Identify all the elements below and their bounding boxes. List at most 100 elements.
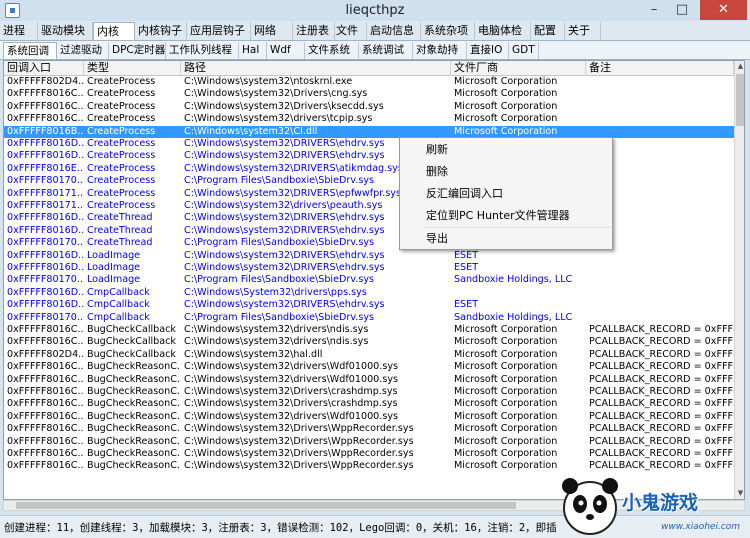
vertical-scroll-thumb[interactable] (736, 74, 744, 126)
horizontal-scroll-thumb[interactable] (16, 502, 516, 509)
table-row[interactable]: 0xFFFFF8016C... BugCheckReasonC... C:\Wind… (4, 398, 734, 410)
sub-tab-9[interactable]: 直接IO (467, 42, 509, 59)
column-header-entry[interactable]: 回调入口 (4, 61, 84, 76)
table-row[interactable]: 0xFFFFF8016D... CmpCallback C:\Windows\sys… (4, 299, 734, 311)
main-tab-3[interactable]: 内核钩子 (135, 22, 187, 40)
cell-type: CreateProcess (87, 187, 156, 199)
cell-type: CreateProcess (87, 125, 156, 137)
close-button[interactable]: ✕ (700, 0, 747, 20)
main-tab-12[interactable]: 关于 (565, 22, 601, 40)
cell-note: PCALLBACK_RECORD = 0xFFFFE... (589, 398, 734, 410)
cell-vendor: Sandboxie Holdings, LLC (454, 311, 573, 323)
table-row[interactable]: 0xFFFFF8016E... CreateProcess C:\Windows\s… (4, 163, 734, 175)
sub-tab-6[interactable]: 文件系统 (305, 42, 359, 59)
main-tab-10[interactable]: 电脑体检 (475, 22, 531, 40)
table-row[interactable]: 0xFFFFF8016C... CreateProcess C:\Windows\s… (4, 113, 734, 125)
table-row[interactable]: 0xFFFFF8016C... BugCheckReasonC... C:\Wind… (4, 436, 734, 448)
cell-type: BugCheckReasonC... (87, 423, 181, 435)
cell-vendor: Microsoft Corporation (454, 435, 558, 447)
table-row[interactable]: 0xFFFFF8016C... BugCheckReasonC... C:\Wind… (4, 411, 734, 423)
table-row[interactable]: 0xFFFFF80170... LoadImage C:\Program Files… (4, 274, 734, 286)
table-row[interactable]: 0xFFFFF8016C... BugCheckReasonC... C:\Wind… (4, 374, 734, 386)
table-row[interactable]: 0xFFFFF8016D... CreateProcess C:\Windows\s… (4, 138, 734, 150)
main-tab-5[interactable]: 网络 (251, 22, 293, 40)
cell-type: BugCheckReasonC... (87, 373, 181, 385)
cell-vendor: Microsoft Corporation (454, 100, 558, 112)
main-tab-4[interactable]: 应用层钩子 (187, 22, 251, 40)
cell-entry: 0xFFFFF802D4... (7, 76, 84, 87)
maximize-button[interactable]: □ (668, 0, 696, 20)
cell-entry: 0xFFFFF80170... (7, 237, 84, 249)
main-tab-7[interactable]: 文件 (333, 22, 367, 40)
cell-entry: 0xFFFFF8016D... (7, 286, 84, 298)
cell-note (586, 76, 734, 88)
sub-tab-7[interactable]: 系统调试 (359, 42, 413, 59)
table-row[interactable]: 0xFFFFF8016C... BugCheckReasonC... C:\Wind… (4, 361, 734, 373)
main-tab-1[interactable]: 驱动模块 (38, 22, 93, 40)
table-row[interactable]: 0xFFFFF8016D... CreateThread C:\Windows\sy… (4, 212, 734, 224)
menu-item-locate-file[interactable]: 定位到PC Hunter文件管理器 (401, 205, 611, 227)
table-row[interactable]: 0xFFFFF8016D... CreateProcess C:\Windows\s… (4, 150, 734, 162)
main-tab-2[interactable]: 内核 (93, 22, 135, 40)
table-row[interactable]: 0xFFFFF80171... CreateProcess C:\Windows\s… (4, 200, 734, 212)
main-tab-0[interactable]: 进程 (0, 22, 38, 40)
main-tab-6[interactable]: 注册表 (293, 22, 335, 40)
table-row[interactable]: 0xFFFFF8016C... BugCheckReasonC... C:\Wind… (4, 423, 734, 435)
cell-entry: 0xFFFFF8016C... (7, 448, 84, 459)
table-row[interactable]: 0xFFFFF8016C... CreateProcess C:\Windows\s… (4, 88, 734, 100)
column-header-vendor[interactable]: 文件厂商 (451, 61, 586, 76)
cell-entry: 0xFFFFF8016D... (7, 299, 84, 311)
cell-entry: 0xFFFFF8016C... (7, 88, 84, 100)
vertical-scrollbar[interactable]: ▲ ▼ (734, 61, 744, 499)
sub-tab-3[interactable]: 工作队列线程 (166, 42, 239, 59)
sub-tab-4[interactable]: Hal (239, 42, 267, 59)
table-row[interactable]: 0xFFFFF8016B... CreateProcess C:\Windows\s… (4, 125, 734, 138)
table-row[interactable]: 0xFFFFF8016C... BugCheckReasonC... C:\Wind… (4, 386, 734, 398)
cell-path: C:\Windows\system32\Drivers\WppRecorder.… (184, 448, 414, 459)
column-header-note[interactable]: 备注 (586, 61, 734, 76)
table-row[interactable]: 0xFFFFF80171... CreateProcess C:\Windows\s… (4, 188, 734, 200)
cell-entry: 0xFFFFF8016C... (7, 361, 84, 373)
minimize-button[interactable]: – (640, 0, 668, 20)
sub-tab-5[interactable]: Wdf (267, 42, 305, 59)
table-row[interactable]: 0xFFFFF80170... CreateThread C:\Program Fi… (4, 237, 734, 249)
table-row[interactable]: 0xFFFFF8016C... CreateProcess C:\Windows\s… (4, 101, 734, 113)
sub-tab-10[interactable]: GDT (509, 42, 539, 59)
cell-note: PCALLBACK_RECORD = 0xFFFFF... (589, 348, 734, 360)
cell-vendor: ESET (454, 249, 479, 261)
main-tab-8[interactable]: 启动信息 (367, 22, 421, 40)
table-row[interactable]: 0xFFFFF8016C... BugCheckCallback C:\Window… (4, 336, 734, 348)
sub-tab-0[interactable]: 系统回调 (3, 42, 57, 59)
table-row[interactable]: 0xFFFFF802D4... BugCheckCallback C:\Window… (4, 349, 734, 361)
menu-item-delete[interactable]: 删除 (401, 161, 611, 183)
cell-note: PCALLBACK_RECORD = 0xFFFFE... (589, 324, 734, 335)
table-row[interactable]: 0xFFFFF8016D... LoadImage C:\Windows\syste… (4, 262, 734, 274)
table-row[interactable]: 0xFFFFF80170... CmpCallback C:\Program Fil… (4, 312, 734, 324)
table-row[interactable]: 0xFFFFF8016D... CmpCallback C:\Windows\Sys… (4, 287, 734, 299)
table-row[interactable]: 0xFFFFF8016C... BugCheckReasonC... C:\Wind… (4, 448, 734, 460)
panda-logo-icon (562, 478, 618, 535)
table-row[interactable]: 0xFFFFF802D4... CreateProcess C:\Windows\s… (4, 76, 734, 88)
column-header-path[interactable]: 路径 (181, 61, 451, 76)
table-row[interactable]: 0xFFFFF8016D... LoadImage C:\Windows\syste… (4, 250, 734, 262)
table-row[interactable]: 0xFFFFF8016D... CreateThread C:\Windows\sy… (4, 225, 734, 237)
cell-path: C:\Windows\system32\Drivers\WppRecorder.… (184, 435, 414, 447)
sub-tab-8[interactable]: 对象劫持 (413, 42, 467, 59)
table-row[interactable]: 0xFFFFF8016C... BugCheckCallback C:\Window… (4, 324, 734, 336)
menu-item-disassemble[interactable]: 反汇编回调入口 (401, 183, 611, 205)
table-row[interactable]: 0xFFFFF80170... CreateProcess C:\Program F… (4, 175, 734, 187)
main-tab-11[interactable]: 配置 (531, 22, 565, 40)
menu-item-export[interactable]: 导出 (401, 228, 611, 250)
scroll-up-icon[interactable]: ▲ (735, 61, 744, 72)
sub-tab-2[interactable]: DPC定时器 (109, 42, 166, 59)
sub-tab-1[interactable]: 过滤驱动 (57, 42, 109, 59)
cell-note (586, 250, 734, 262)
main-tab-9[interactable]: 系统杂项 (421, 22, 475, 40)
cell-type: CreateProcess (87, 100, 156, 112)
column-header-type[interactable]: 类型 (84, 61, 181, 76)
cell-entry: 0xFFFFF802D4... (7, 348, 84, 360)
cell-type: BugCheckReasonC... (87, 386, 181, 397)
cell-entry: 0xFFFFF8016C... (7, 423, 84, 435)
menu-item-refresh[interactable]: 刷新 (401, 139, 611, 161)
cell-type: CreateProcess (87, 113, 156, 125)
